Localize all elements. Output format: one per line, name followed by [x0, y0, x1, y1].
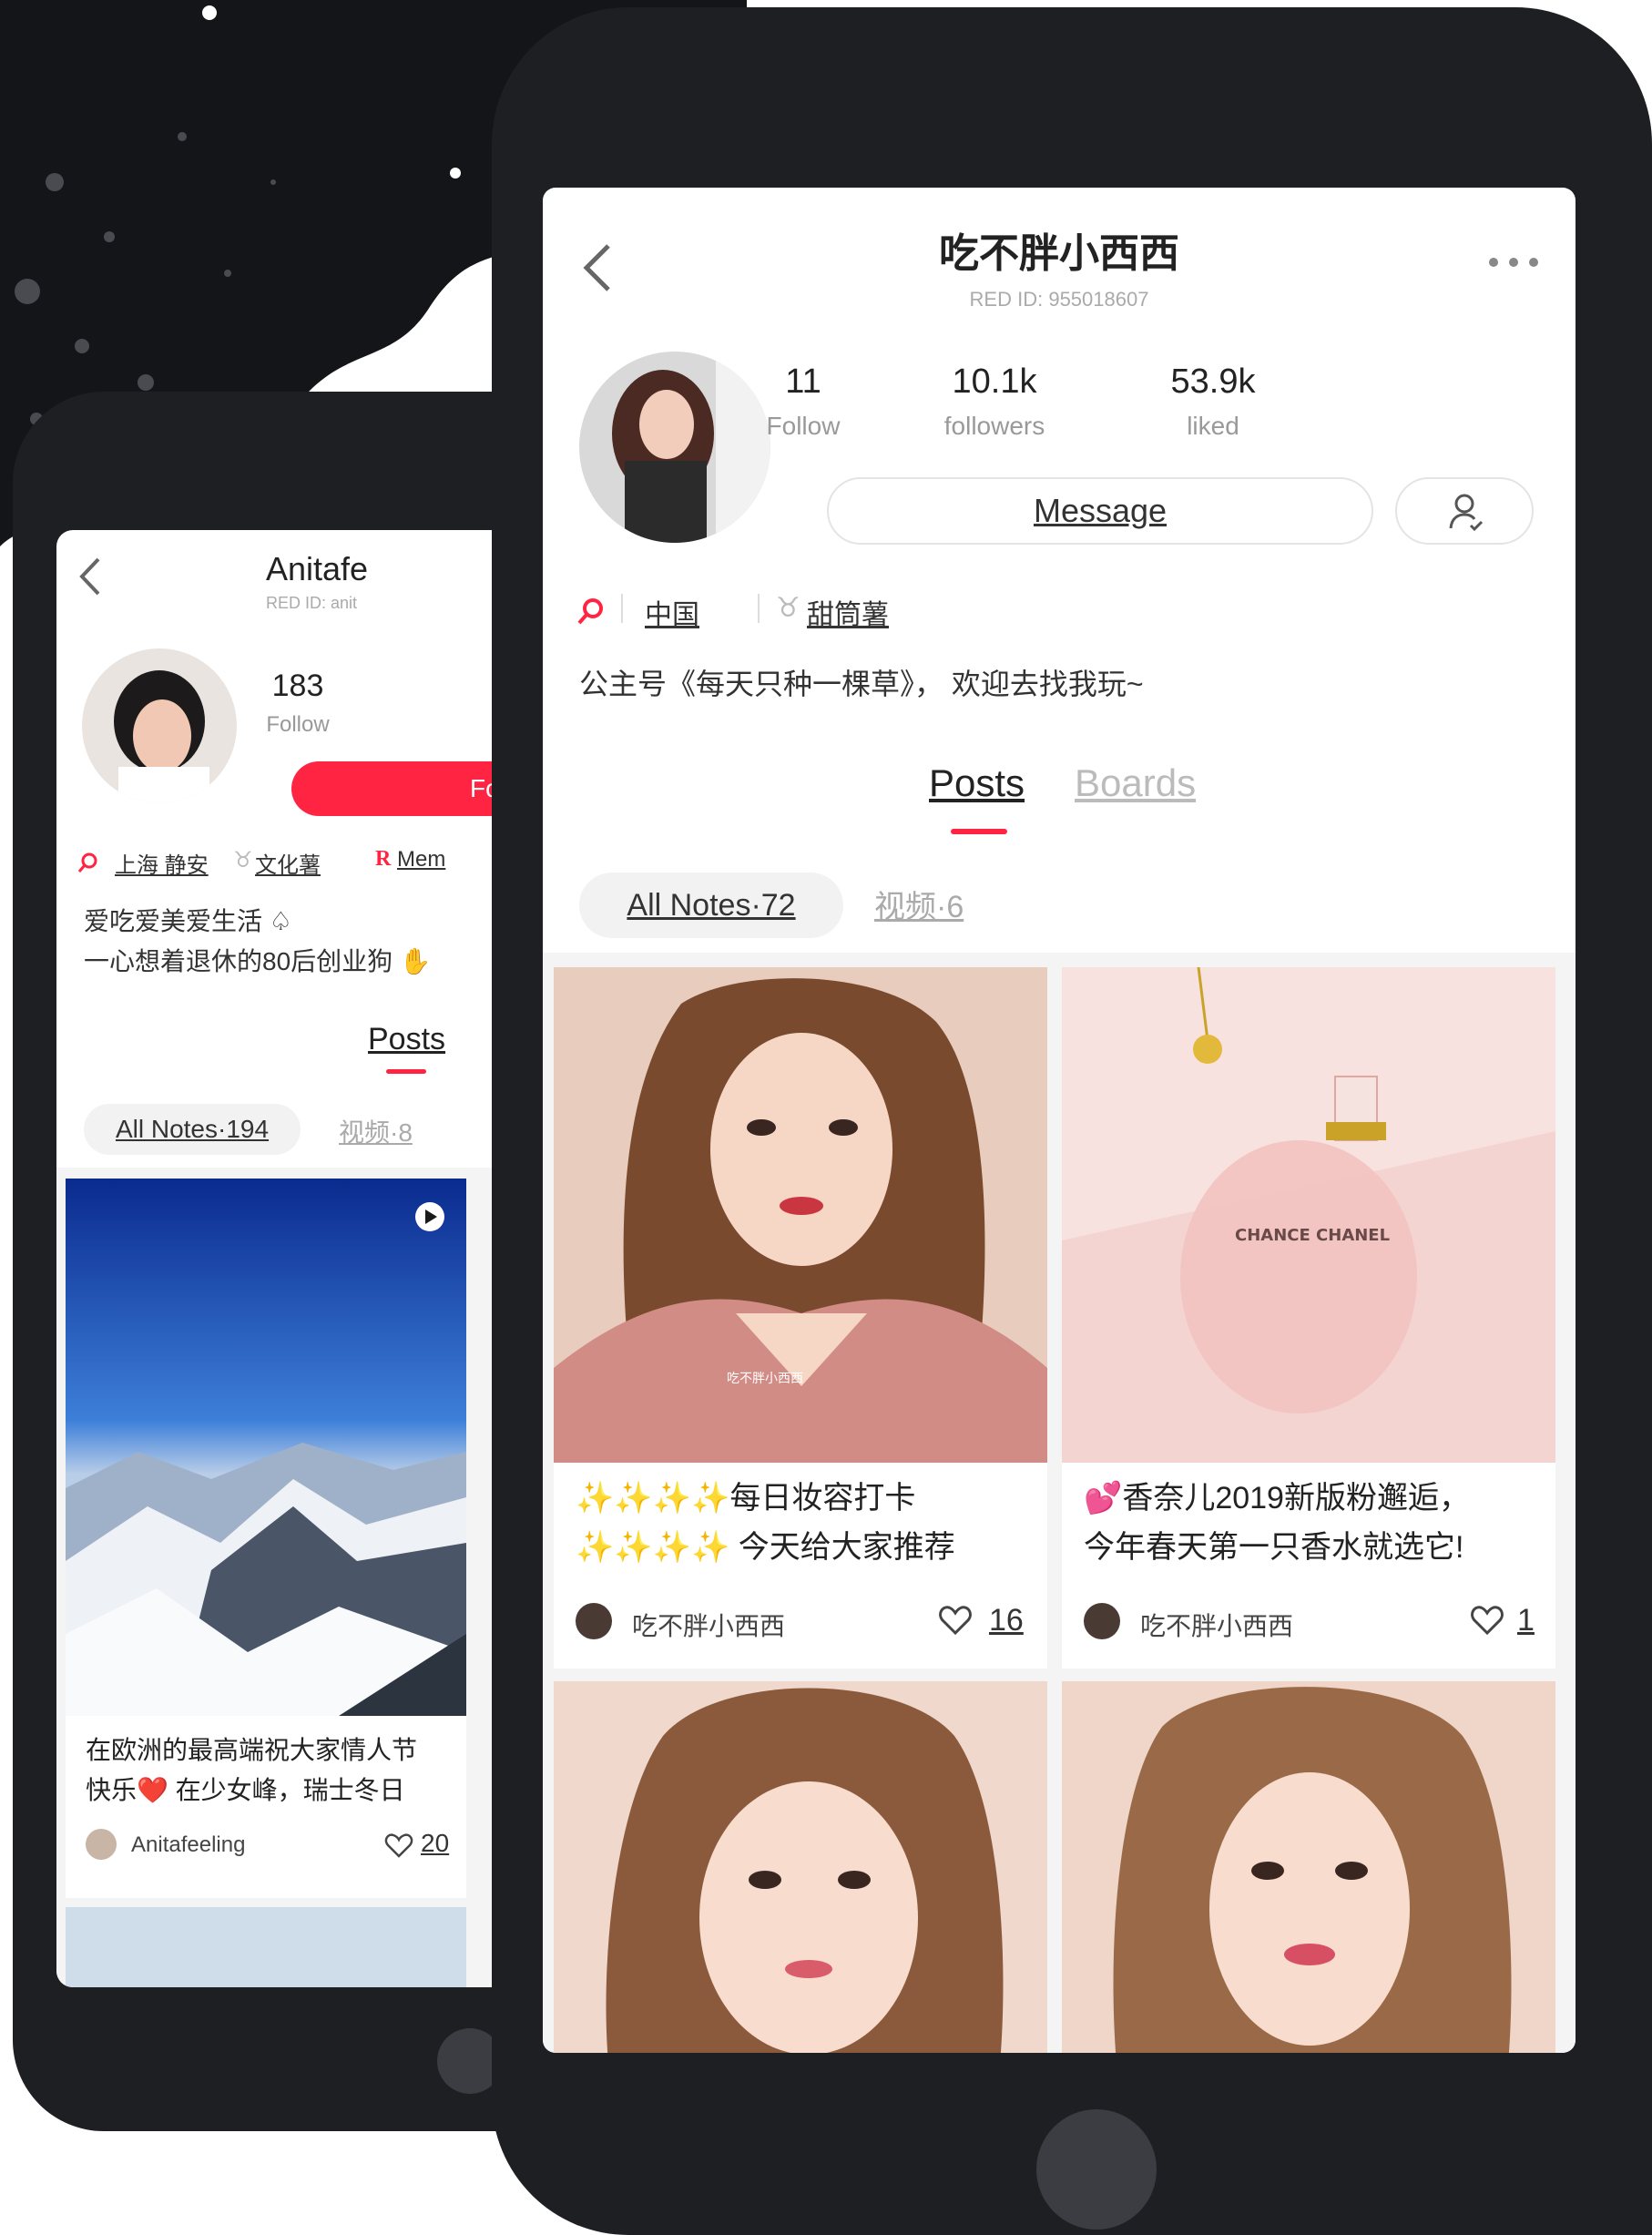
like-count[interactable]: 20 [421, 1829, 449, 1858]
note-image [66, 1179, 466, 1716]
note-author: Anitafeeling [131, 1832, 246, 1857]
note-author: 吃不胖小西西 [1140, 1612, 1294, 1640]
follow-count: 11 [785, 362, 821, 401]
note-card[interactable] [554, 1681, 1047, 2053]
level-tag[interactable]: 文化薯 [255, 847, 321, 879]
note-card[interactable]: 吃不胖小西西 ✨✨✨✨每日妆容打卡 ✨✨✨✨ 今天给大家推荐 吃不胖小西西 16 [554, 967, 1047, 1669]
author-avatar [1084, 1603, 1120, 1639]
note-title-line-2: 快乐❤️ 在少女峰，瑞士冬日 [86, 1776, 405, 1804]
follow-label: Follow [766, 412, 841, 440]
tag-divider [758, 594, 760, 623]
note-author: 吃不胖小西西 [632, 1612, 786, 1640]
filter-all-notes[interactable]: All Notes·72 [579, 873, 843, 938]
bio-line-1: 爱吃爱美爱生活 ♤ [84, 907, 292, 935]
back-arrow-icon[interactable] [76, 556, 104, 597]
front-phone-screen: 吃不胖小西西 RED ID: 955018607 11 Follow 10.1k… [543, 188, 1576, 2053]
note-image [1062, 1681, 1555, 2053]
bio-line-2: 一心想着退休的80后创业狗 ✋ [84, 947, 432, 975]
red-id: RED ID: 955018607 [969, 288, 1149, 311]
filter-video[interactable]: 视频·8 [339, 1113, 413, 1149]
level-badge-icon: ♉ [776, 593, 801, 623]
profile-title: 吃不胖小西西 [939, 231, 1179, 276]
tab-boards[interactable]: Boards [1075, 761, 1196, 805]
note-title-line-2: 今年春天第一只香水就选它! [1084, 1530, 1464, 1565]
profile-title: Anitafe [266, 550, 369, 587]
note-image: 吃不胖小西西 [554, 967, 1047, 1463]
tab-posts[interactable]: Posts [929, 761, 1025, 805]
filter-video[interactable]: 视频·6 [874, 882, 964, 926]
level-tag[interactable]: 甜筒薯 [807, 592, 889, 632]
note-title-line-1: ✨✨✨✨每日妆容打卡 [576, 1481, 916, 1516]
home-button[interactable] [1036, 2109, 1157, 2230]
level-badge-icon: ♉ [233, 848, 253, 873]
pin-icon [577, 598, 603, 625]
author-avatar [576, 1603, 612, 1639]
author-avatar [86, 1829, 117, 1860]
bio: 公主号《每天只种一棵草》， 欢迎去找我玩~ [579, 668, 1144, 700]
follow-count: 183 [271, 668, 324, 703]
heart-icon[interactable] [1470, 1605, 1504, 1636]
note-image [554, 1681, 1047, 2053]
back-phone-screen: Anitafe RED ID: anit 183 Follow Fo 上海 静安… [56, 530, 530, 1987]
active-tab-indicator [386, 1069, 426, 1074]
location-tag[interactable]: 上海 静安 [115, 847, 209, 879]
member-tag[interactable]: Mem [397, 847, 445, 873]
liked-label: liked [1187, 412, 1239, 440]
follow-user-button[interactable] [1395, 477, 1534, 545]
follow-label: Follow [266, 712, 330, 737]
tag-divider [621, 594, 623, 623]
notes-feed: 吃不胖小西西 ✨✨✨✨每日妆容打卡 ✨✨✨✨ 今天给大家推荐 吃不胖小西西 16 [543, 953, 1576, 2053]
note-card[interactable]: 在欧洲的最高端祝大家情人节 快乐❤️ 在少女峰，瑞士冬日 Anitafeelin… [66, 1179, 466, 1898]
avatar[interactable] [82, 648, 237, 803]
followers-label: followers [943, 412, 1045, 440]
message-button[interactable]: Message [827, 477, 1373, 545]
liked-count: 53.9k [1170, 362, 1256, 401]
tab-posts[interactable]: Posts [368, 1022, 445, 1057]
note-card[interactable]: CHANCE CHANEL 💕香奈儿2019新版粉邂逅， 今年春天第一只香水就选… [1062, 967, 1555, 1669]
front-phone: 吃不胖小西西 RED ID: 955018607 11 Follow 10.1k… [492, 7, 1652, 2235]
pin-icon [77, 852, 97, 873]
image-label: CHANCE CHANEL [1235, 1226, 1390, 1245]
like-count[interactable]: 16 [989, 1603, 1024, 1638]
heart-icon[interactable] [938, 1605, 973, 1636]
followers-count: 10.1k [952, 362, 1037, 401]
member-icon: R [375, 847, 392, 871]
user-check-icon [1449, 494, 1484, 532]
active-tab-indicator [951, 829, 1007, 834]
image-watermark: 吃不胖小西西 [727, 1372, 803, 1386]
more-options-icon[interactable] [1486, 255, 1541, 270]
like-count[interactable]: 1 [1517, 1603, 1535, 1638]
heart-icon[interactable] [384, 1832, 413, 1858]
note-title-line-2: ✨✨✨✨ 今天给大家推荐 [576, 1530, 955, 1565]
note-card-next[interactable] [66, 1907, 466, 1987]
note-title-line-1: 💕香奈儿2019新版粉邂逅， [1084, 1481, 1470, 1516]
note-image: CHANCE CHANEL [1062, 967, 1555, 1463]
red-id: RED ID: anit [266, 594, 358, 612]
notes-feed: 在欧洲的最高端祝大家情人节 快乐❤️ 在少女峰，瑞士冬日 Anitafeelin… [56, 1168, 530, 1987]
note-title-line-1: 在欧洲的最高端祝大家情人节 [86, 1736, 418, 1764]
filter-all-notes[interactable]: All Notes·194 [84, 1104, 301, 1155]
note-card[interactable] [1062, 1681, 1555, 2053]
location-tag[interactable]: 中国 [645, 592, 699, 632]
